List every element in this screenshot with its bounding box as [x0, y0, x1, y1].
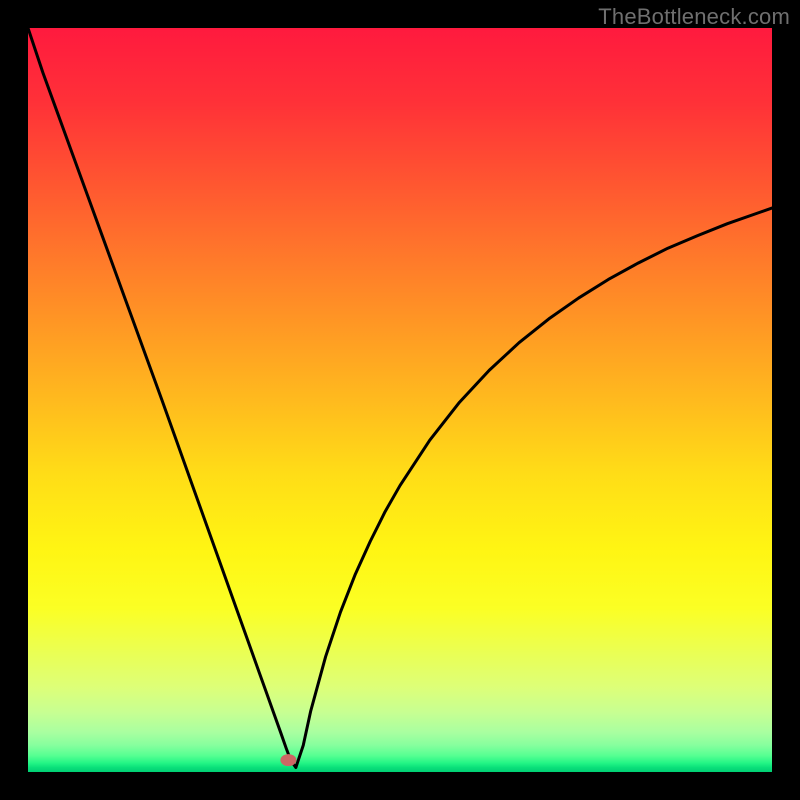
optimum-marker [280, 754, 296, 766]
watermark-text: TheBottleneck.com [598, 4, 790, 30]
gradient-background [28, 28, 772, 772]
chart-frame [28, 28, 772, 772]
bottleneck-chart [28, 28, 772, 772]
